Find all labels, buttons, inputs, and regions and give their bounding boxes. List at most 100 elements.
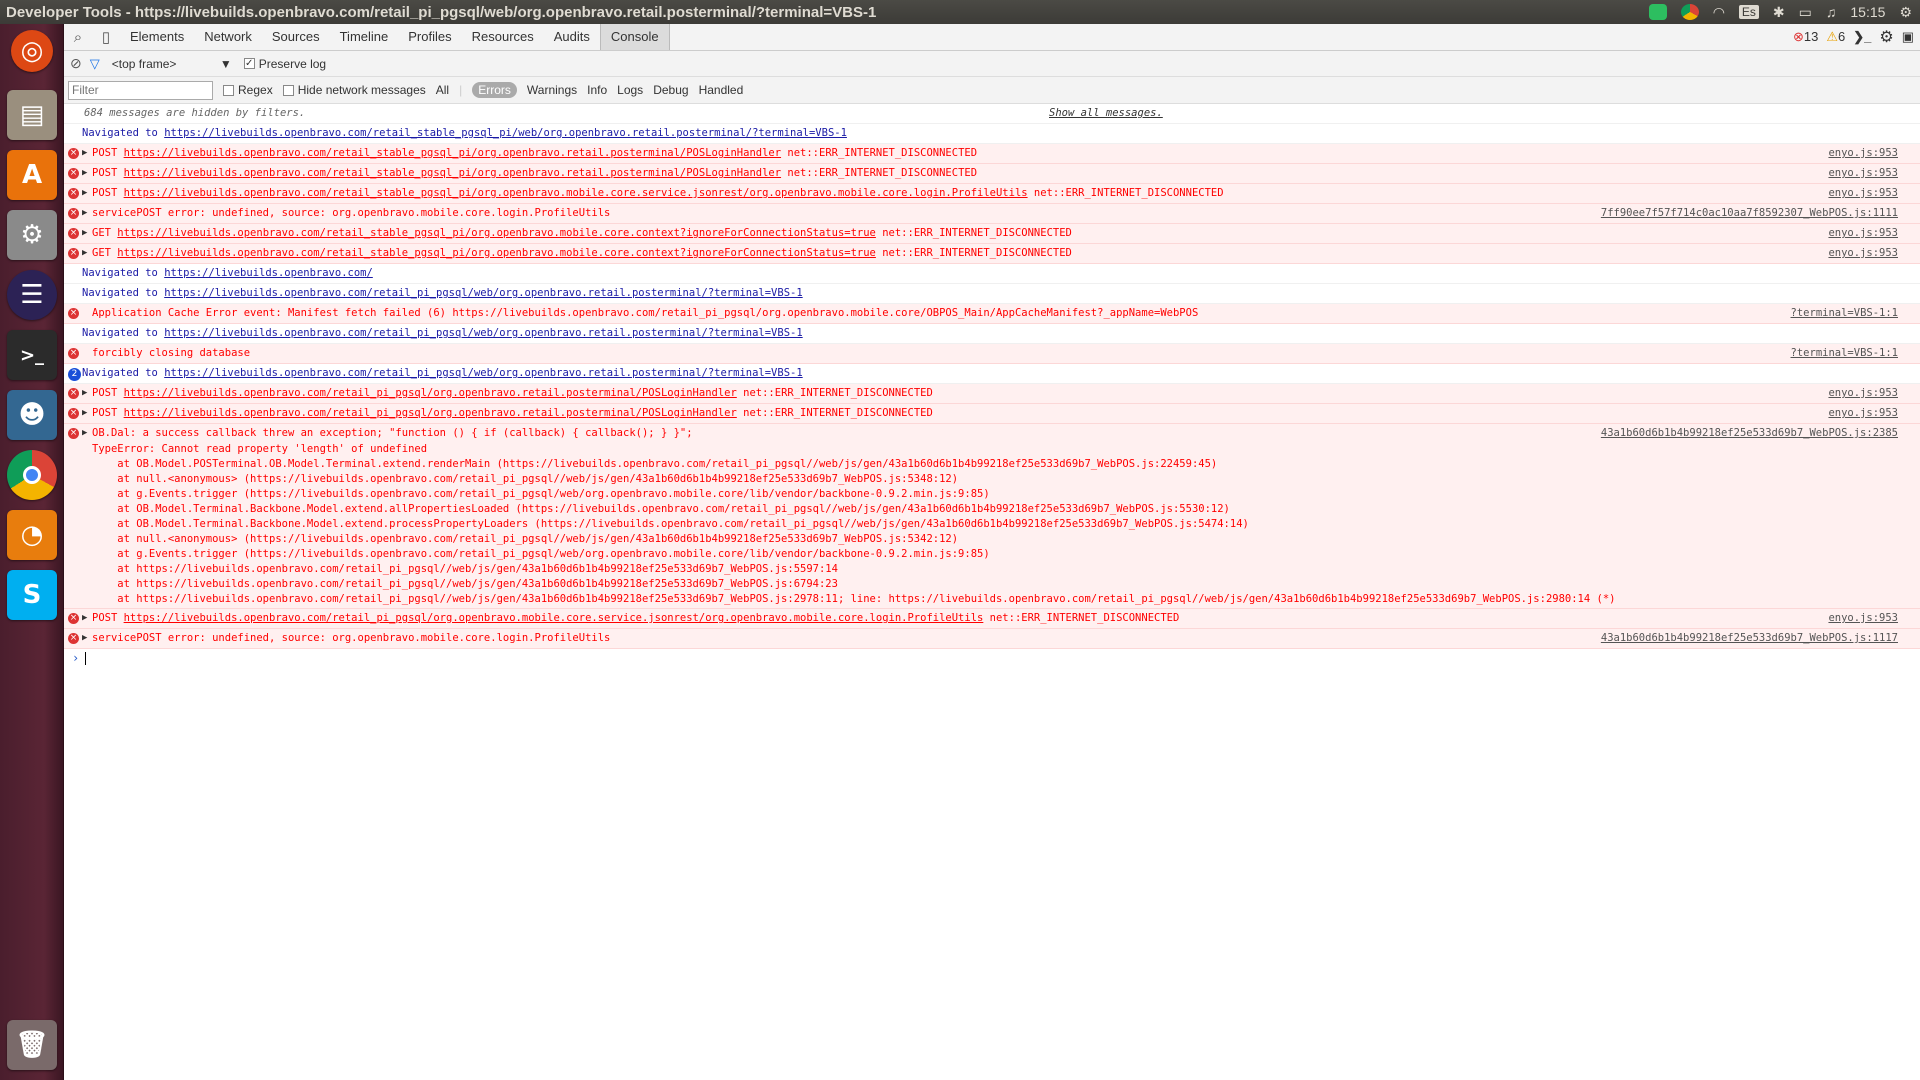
expand-triangle-icon[interactable]: ▶ [82,404,92,423]
expand-triangle-icon[interactable]: ▶ [82,244,92,263]
source-link[interactable]: enyo.js:953 [1828,184,1898,203]
source-link[interactable]: 43a1b60d6b1b4b99218ef25e533d69b7_WebPOS.… [1601,629,1898,648]
message-url-link[interactable]: https://livebuilds.openbravo.com/retail_… [124,187,1028,199]
stack-trace-line: at https://livebuilds.openbravo.com/reta… [92,578,838,590]
source-link[interactable]: 7ff90ee7f57f714c0ac10aa7f8592307_WebPOS.… [1601,204,1898,223]
trash-icon[interactable]: 🗑 [7,1020,57,1070]
skype-icon[interactable]: S [7,570,57,620]
source-link[interactable]: enyo.js:953 [1828,384,1898,403]
console-message: × ▶ GET https://livebuilds.openbravo.com/r… [64,224,1920,244]
gutter [68,124,82,143]
expand-triangle-icon[interactable]: ▶ [82,184,92,203]
chrome-tray-icon[interactable] [1680,4,1699,20]
clock[interactable]: 15:15 [1850,4,1885,20]
ubuntu-logo-icon[interactable]: ◎ [11,30,53,72]
expand-triangle-icon[interactable]: ▶ [82,224,92,243]
wifi-icon[interactable]: ◠ [1713,4,1725,21]
tab-profiles[interactable]: Profiles [398,24,461,50]
message-url-link[interactable]: https://livebuilds.openbravo.com/retail_… [124,407,737,419]
search-icon[interactable]: ⌕ [64,29,92,46]
level-errors[interactable]: Errors [472,82,517,98]
expand-triangle-icon[interactable]: ▶ [82,629,92,648]
filter-icon[interactable]: ▽ [90,56,100,72]
message-url-link[interactable]: https://livebuilds.openbravo.com/retail_… [117,247,876,259]
clear-console-icon[interactable]: ⊘ [70,55,82,72]
tab-console[interactable]: Console [599,24,670,50]
stack-trace-line: TypeError: Cannot read property 'length'… [92,443,428,455]
pgadmin-icon[interactable]: ☻ [7,390,57,440]
dock-icon[interactable]: ▣ [1902,29,1914,45]
source-link[interactable]: enyo.js:953 [1828,609,1898,628]
files-icon[interactable]: ▤ [7,90,57,140]
warning-count-badge[interactable]: ⚠6 [1826,29,1845,45]
message-prefix: GET [92,247,118,259]
battery-icon[interactable]: ▭ [1799,4,1812,21]
message-url-link[interactable]: https://livebuilds.openbravo.com/retail_… [164,127,847,139]
message-url-link[interactable]: https://livebuilds.openbravo.com/retail_… [117,227,876,239]
keyboard-layout[interactable]: Es [1738,5,1759,19]
tab-sources[interactable]: Sources [262,24,330,50]
message-url-link[interactable]: https://livebuilds.openbravo.com/ [164,267,373,279]
expand-triangle-icon[interactable]: ▶ [82,609,92,628]
terminal-icon[interactable]: >_ [7,330,57,380]
bluetooth-icon[interactable]: ✱ [1773,4,1785,21]
tab-resources[interactable]: Resources [462,24,544,50]
drawer-icon[interactable]: ❯_ [1853,29,1871,45]
error-icon: × [68,308,79,319]
regex-checkbox[interactable]: Regex [223,83,273,97]
message-url-link[interactable]: https://livebuilds.openbravo.com/retail_… [124,387,737,399]
level-logs[interactable]: Logs [617,83,643,97]
source-link[interactable]: enyo.js:953 [1828,404,1898,423]
level-all[interactable]: All [436,83,449,97]
source-link[interactable]: enyo.js:953 [1828,244,1898,263]
level-info[interactable]: Info [587,83,607,97]
expand-triangle-icon[interactable]: ▶ [82,144,92,163]
message-url-link[interactable]: https://livebuilds.openbravo.com/retail_… [124,167,781,179]
tab-elements[interactable]: Elements [120,24,194,50]
eclipse-icon[interactable]: ☰ [7,270,57,320]
message-url-link[interactable]: https://livebuilds.openbravo.com/retail_… [164,327,802,339]
source-link[interactable]: enyo.js:953 [1828,144,1898,163]
level-handled[interactable]: Handled [699,83,744,97]
evernote-icon[interactable] [1648,4,1667,20]
source-link[interactable]: enyo.js:953 [1828,224,1898,243]
level-warnings[interactable]: Warnings [527,83,577,97]
message-url-link[interactable]: https://livebuilds.openbravo.com/retail_… [164,367,802,379]
device-mode-icon[interactable]: ▯ [92,28,120,46]
frame-select[interactable]: <top frame> ▼ [108,57,236,71]
expand-triangle-icon[interactable]: ▶ [82,164,92,183]
console-message: Navigated to https://livebuilds.openbrav… [64,264,1920,284]
message-url-link[interactable]: https://livebuilds.openbravo.com/retail_… [164,287,802,299]
blender-icon[interactable]: ◔ [7,510,57,560]
chrome-icon[interactable] [7,450,57,500]
error-icon: × [68,188,79,199]
level-debug[interactable]: Debug [653,83,688,97]
message-url-link[interactable]: https://livebuilds.openbravo.com/retail_… [124,612,984,624]
source-link[interactable]: ?terminal=VBS-1:1 [1791,344,1898,363]
message-content: Navigated to https://livebuilds.openbrav… [82,124,1920,143]
system-settings-icon[interactable]: ⚙ [7,210,57,260]
expand-triangle-icon[interactable]: ▶ [82,204,92,223]
settings-icon[interactable]: ⚙ [1879,27,1893,47]
expand-triangle-icon[interactable]: ▶ [82,424,92,608]
hide-network-checkbox[interactable]: Hide network messages [282,83,426,97]
prompt-chevron-icon: › [72,651,80,665]
tab-timeline[interactable]: Timeline [330,24,399,50]
gear-icon[interactable]: ⚙ [1899,4,1912,21]
filter-input[interactable] [68,80,213,100]
message-url-link[interactable]: https://livebuilds.openbravo.com/retail_… [124,147,781,159]
preserve-log-checkbox[interactable]: ✓ Preserve log [243,57,326,71]
expand-triangle-icon[interactable]: ▶ [82,384,92,403]
show-all-messages-link[interactable]: Show all messages. [1049,104,1163,123]
source-link[interactable]: enyo.js:953 [1828,164,1898,183]
tab-network[interactable]: Network [194,24,262,50]
console-prompt[interactable]: › [64,649,1920,668]
source-link[interactable]: 43a1b60d6b1b4b99218ef25e533d69b7_WebPOS.… [1601,424,1898,443]
error-count-badge[interactable]: ⊗13 [1793,29,1818,45]
tab-audits[interactable]: Audits [544,24,600,50]
volume-icon[interactable]: ♫ [1826,4,1837,20]
console-message: 2 Navigated to https://livebuilds.openbra… [64,364,1920,384]
software-center-icon[interactable]: A [7,150,57,200]
source-link[interactable]: ?terminal=VBS-1:1 [1791,304,1898,323]
message-prefix: forcibly closing database [92,347,251,359]
